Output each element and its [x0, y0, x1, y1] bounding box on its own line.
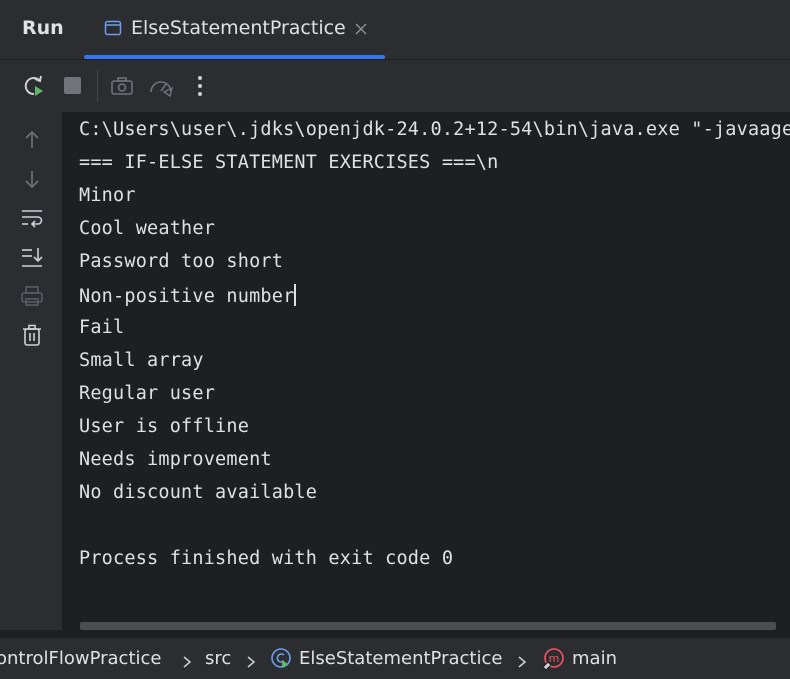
console-line: Minor: [79, 185, 136, 206]
breadcrumb-item-project[interactable]: ontrolFlowPractice: [0, 648, 161, 669]
close-icon[interactable]: [354, 21, 368, 35]
breadcrumb-item-src[interactable]: src: [205, 648, 231, 669]
breadcrumb-item-method[interactable]: main: [572, 648, 617, 669]
arrow-up-icon[interactable]: [19, 127, 45, 153]
print-icon[interactable]: [19, 283, 45, 309]
console-line: Non-positive number: [79, 284, 297, 307]
trash-icon[interactable]: [19, 322, 45, 348]
stop-icon[interactable]: [60, 73, 86, 99]
tab-else-statement-practice[interactable]: ElseStatementPractice: [84, 0, 385, 59]
console-line: Cool weather: [79, 218, 216, 239]
text-caret: [294, 284, 297, 306]
console-line: Fail: [79, 317, 125, 338]
console-line: === IF-ELSE STATEMENT EXERCISES ===\n: [79, 152, 499, 173]
console-line: Needs improvement: [79, 449, 272, 470]
console-line: Password too short: [79, 251, 284, 272]
svg-text:m: m: [549, 652, 560, 665]
console-window-icon: [104, 19, 122, 37]
horizontal-scrollbar[interactable]: [80, 622, 776, 630]
active-tab-indicator: [84, 55, 385, 59]
soft-wrap-icon[interactable]: [19, 205, 45, 231]
chevron-right-icon: [246, 653, 256, 668]
run-tool-window: Run ElseStatementPractice C:\Users\user\…: [0, 0, 790, 679]
breadcrumb-item-class[interactable]: ElseStatementPractice: [299, 648, 502, 669]
console-line: Small array: [79, 350, 204, 371]
chevron-right-icon: [182, 653, 192, 668]
rerun-icon[interactable]: [21, 73, 47, 99]
console-side-toolbar: [0, 112, 62, 630]
console-line: Regular user: [79, 383, 216, 404]
java-class-icon: [270, 647, 292, 669]
run-toolbar: [0, 60, 790, 112]
more-icon[interactable]: [187, 73, 213, 99]
breadcrumb: ontrolFlowPractice src ElseStatementPrac…: [0, 637, 790, 679]
method-icon: m: [541, 647, 565, 671]
run-title: Run: [22, 17, 64, 39]
camera-icon[interactable]: [109, 73, 135, 99]
tab-label: ElseStatementPractice: [131, 17, 346, 39]
chevron-right-icon: [517, 653, 527, 668]
scroll-to-end-icon[interactable]: [19, 244, 45, 270]
arrow-down-icon[interactable]: [19, 166, 45, 192]
console-line: User is offline: [79, 416, 250, 437]
profiler-icon[interactable]: [148, 73, 174, 99]
console-line: C:\Users\user\.jdks\openjdk-24.0.2+12-54…: [79, 119, 790, 140]
console-line-text: Non-positive number: [79, 286, 295, 307]
console-line: No discount available: [79, 482, 318, 503]
console-output[interactable]: C:\Users\user\.jdks\openjdk-24.0.2+12-54…: [62, 112, 790, 630]
toolbar-separator: [97, 70, 98, 102]
console-line: Process finished with exit code 0: [79, 548, 454, 569]
tool-window-header: Run ElseStatementPractice: [0, 0, 790, 60]
